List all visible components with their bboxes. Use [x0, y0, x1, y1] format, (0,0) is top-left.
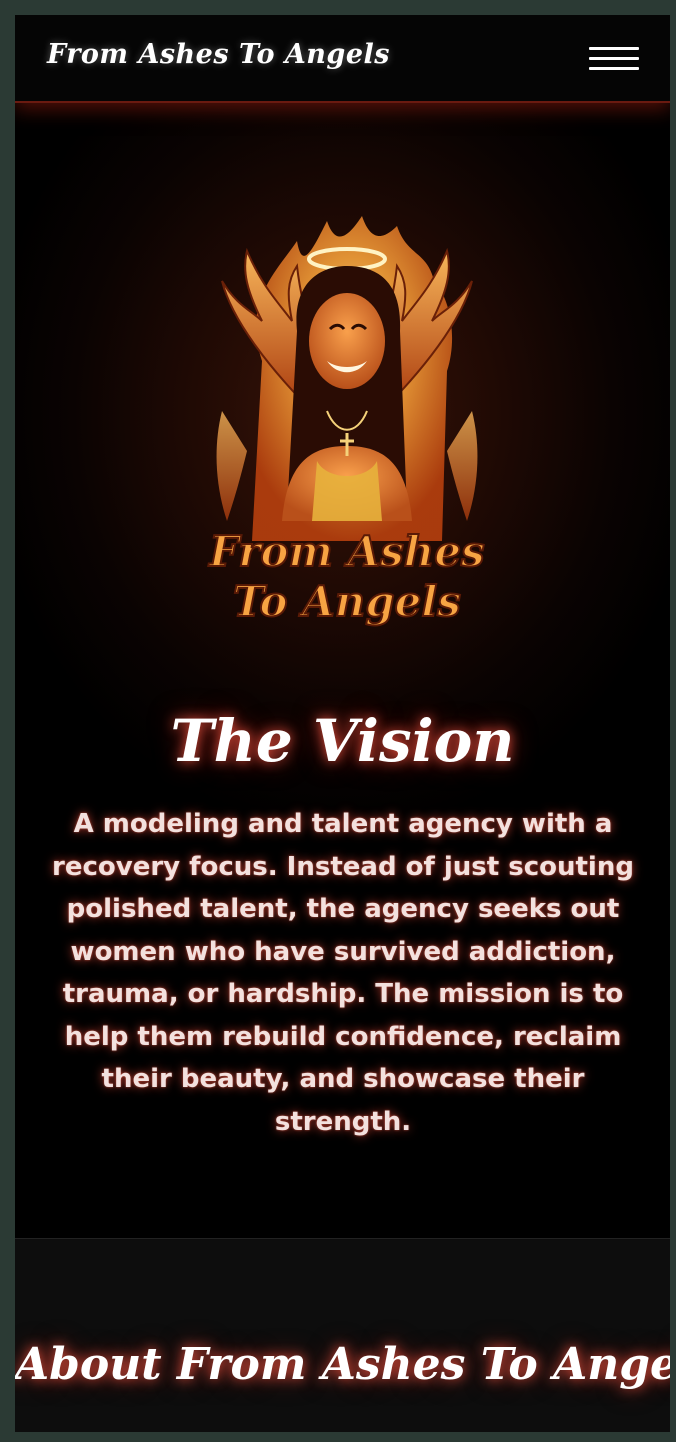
vision-description: A modeling and talent agency with a reco…: [52, 809, 634, 1137]
brand-link[interactable]: From Ashes To Angels: [47, 39, 390, 70]
vision-section: From Ashes To Angels The Vision A modeli…: [15, 103, 670, 1238]
page-frame: From Ashes To Angels From Ashes To Angel…: [15, 15, 670, 1432]
logo-text-line2: To Angels: [233, 577, 461, 626]
about-section: About From Ashes To Angels: [15, 1238, 670, 1432]
navbar: From Ashes To Angels: [15, 15, 670, 103]
logo-text-line1: From Ashes: [208, 527, 484, 576]
angel-flame-logo: From Ashes To Angels: [207, 216, 486, 627]
about-heading: About From Ashes To Angels: [15, 1339, 670, 1390]
vision-heading: The Vision: [170, 707, 515, 775]
hamburger-menu-icon[interactable]: [589, 47, 639, 73]
